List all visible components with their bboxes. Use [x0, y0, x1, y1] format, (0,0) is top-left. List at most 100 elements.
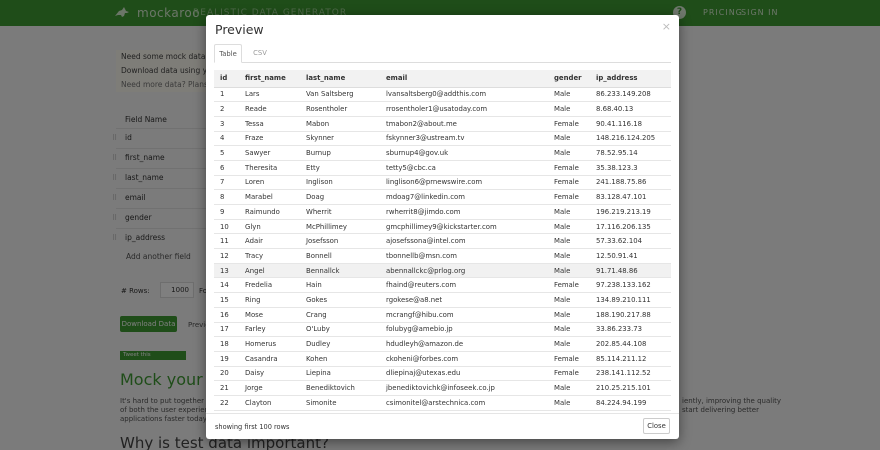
table-row: 8 Marabel Doag mdoag7@linkedin.com Female 83.… — [214, 189, 671, 205]
table-cell-id: 14 — [214, 277, 239, 293]
column-header-email: email — [380, 70, 548, 88]
table-cell-id: 19 — [214, 350, 239, 367]
table-cell-last-name: Skynner — [300, 130, 380, 146]
table-cell-first-name: Loren — [239, 174, 300, 190]
table-cell-first-name: Mose — [239, 306, 300, 322]
table-cell-first-name: Farley — [239, 321, 300, 337]
table-cell-gender: Male — [548, 101, 590, 117]
table-cell-id: 3 — [214, 115, 239, 132]
table-cell-last-name: Wherrit — [300, 204, 380, 220]
table-cell-id: 21 — [214, 380, 239, 396]
table-cell-email: csimonitel@arstechnica.com — [380, 394, 548, 411]
table-cell-ip-address: 17.116.206.135 — [590, 218, 671, 234]
table-row: 20 Daisy Liepina dliepinaj@utexas.edu Female… — [214, 365, 671, 381]
tab-csv[interactable]: CSV — [249, 44, 271, 63]
table-cell-first-name: Clayton — [239, 394, 300, 411]
column-header-first-name: first_name — [239, 70, 300, 88]
table-cell-id: 12 — [214, 248, 239, 264]
table-cell-first-name: Lars — [239, 86, 300, 102]
preview-table: id first_name last_name email gender ip_addre… — [214, 70, 671, 412]
table-cell-ip-address: 91.71.48.86 — [590, 262, 671, 278]
table-cell-last-name: Liepina — [300, 365, 380, 381]
table-cell-last-name: Etty — [300, 159, 380, 176]
preview-tabs: Table CSV — [214, 44, 671, 63]
table-cell-id: 11 — [214, 233, 239, 249]
table-cell-id: 9 — [214, 204, 239, 220]
table-cell-ip-address: 238.141.112.52 — [590, 365, 671, 381]
table-cell-gender: Male — [548, 336, 590, 352]
table-cell-first-name: Fredelia — [239, 277, 300, 293]
table-cell-first-name: Angel — [239, 262, 300, 278]
table-cell-last-name: Gokes — [300, 292, 380, 308]
table-cell-first-name: Tracy — [239, 248, 300, 264]
table-cell-id: 20 — [214, 365, 239, 381]
table-row: 1 Lars Van Saltsberg lvansaltsberg0@addthis… — [214, 86, 671, 102]
table-cell-ip-address: 97.238.133.162 — [590, 277, 671, 293]
table-body: 1 Lars Van Saltsberg lvansaltsberg0@addthis… — [214, 86, 671, 412]
table-row: 17 Farley O'Luby folubyg@amebio.jp Male 33.86… — [214, 321, 671, 337]
table-cell-last-name: Merriman — [300, 409, 380, 412]
table-cell-id: 17 — [214, 321, 239, 337]
table-cell-email: dliepinaj@utexas.edu — [380, 365, 548, 381]
close-button[interactable]: Close — [643, 418, 670, 434]
table-cell-gender: Female — [548, 159, 590, 176]
table-cell-email: tbonnellb@msn.com — [380, 248, 548, 264]
table-cell-gender: Female — [548, 365, 590, 381]
table-cell-gender: Male — [548, 248, 590, 264]
table-cell-ip-address: 8.68.40.13 — [590, 101, 671, 117]
table-cell-gender: Male — [548, 145, 590, 161]
table-row: 23TonyMerrimantmerrimanm@princeton.eduMa… — [214, 409, 671, 412]
table-cell-last-name: Mabon — [300, 115, 380, 132]
table-cell-ip-address: 12.50.91.41 — [590, 248, 671, 264]
table-cell-ip-address: 57.33.62.104 — [590, 233, 671, 249]
table-cell-last-name: O'Luby — [300, 321, 380, 337]
table-cell-ip-address: 85.114.211.12 — [590, 350, 671, 367]
table-cell-gender: Male — [548, 380, 590, 396]
showing-rows-text: showing first 100 rows — [215, 423, 290, 431]
table-row: 13 Angel Bennallck abennallckc@prlog.org Mal… — [214, 262, 671, 278]
table-cell-gender: Male — [548, 262, 590, 278]
table-cell-gender: Male — [548, 394, 590, 411]
tab-table[interactable]: Table — [214, 44, 242, 63]
table-row: 11 Adair Josefsson ajosefssona@intel.com Mal… — [214, 233, 671, 249]
table-row: 3 Tessa Mabon tmabon2@about.me Female 90.41.1… — [214, 115, 671, 132]
table-cell-first-name: Jorge — [239, 380, 300, 396]
table-cell-last-name: Doag — [300, 189, 380, 205]
table-cell-id: 4 — [214, 130, 239, 146]
table-cell-email: abennallckc@prlog.org — [380, 262, 548, 278]
table-cell-first-name: Daisy — [239, 365, 300, 381]
table-cell-id: 15 — [214, 292, 239, 308]
table-row: 2 Reade Rosentholer rrosentholer1@usatoday.… — [214, 101, 671, 117]
table-cell-id: 6 — [214, 159, 239, 176]
table-cell-ip-address: 134.89.210.111 — [590, 292, 671, 308]
table-cell-ip-address: 241.188.75.86 — [590, 174, 671, 190]
table-cell-id: 10 — [214, 218, 239, 234]
table-cell-id: 5 — [214, 145, 239, 161]
preview-modal: Preview × Table CSV id first_name last_nam… — [206, 15, 679, 439]
table-row: 9 Raimundo Wherrit rwherrit8@jimdo.com Male 1… — [214, 204, 671, 220]
table-row: 15 Ring Gokes rgokese@a8.net Male 134.89.210.… — [214, 292, 671, 308]
table-row: 12 Tracy Bonnell tbonnellb@msn.com Male 12.50… — [214, 248, 671, 264]
table-cell-ip-address: 78.52.95.14 — [590, 145, 671, 161]
table-cell-email: tmerrimanm@princeton.edu — [380, 409, 548, 412]
table-cell-gender: Male — [548, 233, 590, 249]
table-cell-id: 1 — [214, 86, 239, 102]
table-cell-id: 22 — [214, 394, 239, 411]
table-cell-last-name: Dudley — [300, 336, 380, 352]
table-cell-first-name: Fraze — [239, 130, 300, 146]
table-cell-id: 2 — [214, 101, 239, 117]
table-cell-first-name: Ring — [239, 292, 300, 308]
table-cell-email: tmabon2@about.me — [380, 115, 548, 132]
table-cell-gender: Female — [548, 189, 590, 205]
table-cell-gender: Female — [548, 277, 590, 293]
modal-title: Preview — [215, 22, 264, 37]
preview-table-container[interactable]: id first_name last_name email gender ip_addre… — [214, 70, 671, 412]
table-row: 19 Casandra Kohen ckoheni@forbes.com Female 8… — [214, 350, 671, 367]
table-cell-last-name: Simonite — [300, 394, 380, 411]
table-cell-id: 18 — [214, 336, 239, 352]
table-cell-id: 23 — [214, 409, 239, 412]
table-row: 5 Sawyer Burnup sburnup4@gov.uk Male 78.52.95… — [214, 145, 671, 161]
table-cell-last-name: Rosentholer — [300, 101, 380, 117]
table-cell-email: ajosefssona@intel.com — [380, 233, 548, 249]
close-icon[interactable]: × — [662, 20, 671, 33]
